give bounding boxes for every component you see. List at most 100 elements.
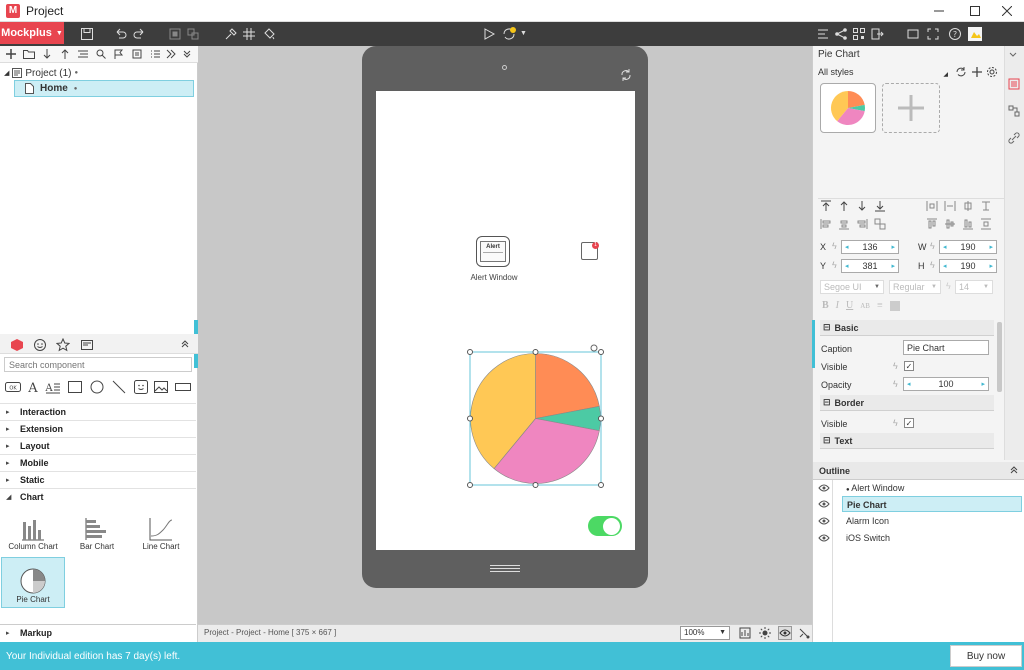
button-component[interactable]: OK	[4, 378, 22, 396]
outline-item[interactable]: iOS Switch	[842, 530, 1022, 546]
add-style-button[interactable]	[971, 66, 983, 78]
collapse-outline-button[interactable]	[1010, 466, 1018, 474]
group-button[interactable]	[166, 25, 184, 43]
align-bottom-edge-icon[interactable]	[962, 218, 974, 230]
eye-icon[interactable]	[818, 516, 830, 526]
opacity-field[interactable]: ◂ 100 ▸	[903, 377, 989, 391]
align-right-icon[interactable]	[856, 218, 868, 230]
page-copy-button[interactable]	[130, 47, 144, 61]
pie-chart-item[interactable]: Pie Chart	[1, 557, 65, 608]
resize-handle[interactable]	[532, 349, 539, 355]
sync-button[interactable]	[500, 25, 518, 43]
redo-button[interactable]	[130, 25, 148, 43]
export-button[interactable]	[868, 25, 886, 43]
move-up-button[interactable]	[58, 47, 72, 61]
panel-menu-icon[interactable]	[1008, 50, 1018, 60]
list-button[interactable]	[148, 47, 162, 61]
style-thumbnail[interactable]	[820, 83, 876, 133]
eye-icon[interactable]	[818, 499, 830, 509]
font-size-select[interactable]: 14 ▼	[955, 280, 993, 294]
preview-button[interactable]	[480, 25, 498, 43]
save-button[interactable]	[78, 25, 96, 43]
tab-favorites[interactable]	[56, 338, 70, 352]
category-extension[interactable]: ▸ Extension	[0, 420, 196, 437]
resize-handle[interactable]	[598, 415, 604, 422]
resize-handle[interactable]	[598, 349, 604, 355]
share-button[interactable]	[832, 25, 850, 43]
arrow-down-icon[interactable]	[856, 200, 868, 212]
tab-icons[interactable]	[33, 338, 47, 352]
tree-home-page[interactable]: Home ●	[14, 80, 194, 97]
category-interaction[interactable]: ▸ Interaction	[0, 403, 196, 420]
properties-scrollbar[interactable]	[997, 322, 1002, 392]
mockplus-menu-button[interactable]: Mockplus ▼	[0, 22, 64, 44]
qr-button[interactable]	[850, 25, 868, 43]
visible-checkbox[interactable]: ✓	[904, 361, 914, 371]
rotate-device-button[interactable]	[619, 68, 633, 82]
y-lightning-icon[interactable]: ϟ	[832, 260, 837, 270]
align-middle-icon[interactable]	[944, 218, 956, 230]
italic-icon[interactable]: I	[836, 300, 839, 311]
grid-button[interactable]	[240, 25, 258, 43]
style-settings-button[interactable]	[986, 66, 998, 78]
visible-lightning-icon[interactable]: ϟ	[893, 361, 898, 371]
rectangle-component[interactable]	[66, 378, 84, 396]
search-input[interactable]	[4, 357, 192, 372]
line-chart-item[interactable]: Line Chart	[129, 506, 193, 554]
ellipse-component[interactable]	[88, 378, 106, 396]
help-button[interactable]: ?	[946, 25, 964, 43]
flag-button[interactable]	[112, 47, 126, 61]
h-field[interactable]: ◂ 190 ▸	[939, 259, 997, 273]
font-size-lightning-icon[interactable]: ϟ	[946, 281, 951, 291]
section-border-header[interactable]: ⊟ Border	[820, 395, 994, 411]
more-button[interactable]	[164, 47, 178, 61]
x-field[interactable]: ◂ 136 ▸	[841, 240, 899, 254]
align-top-icon[interactable]	[820, 200, 832, 212]
pie-chart-widget[interactable]	[462, 342, 612, 492]
styles-select[interactable]: All styles ◢	[818, 67, 948, 78]
preview-eye-button[interactable]	[778, 626, 792, 640]
align-left-icon[interactable]	[820, 218, 832, 230]
eye-icon[interactable]	[818, 483, 830, 493]
interactions-tab[interactable]	[1008, 105, 1020, 117]
category-chart[interactable]: ◢ Chart	[0, 488, 196, 505]
opacity-lightning-icon[interactable]: ϟ	[893, 379, 898, 389]
window-mode-button[interactable]	[904, 25, 922, 43]
bold-icon[interactable]: B	[822, 300, 829, 311]
user-avatar[interactable]	[966, 25, 984, 43]
rotate-handle-icon[interactable]	[590, 344, 598, 352]
center-h-icon[interactable]	[962, 200, 974, 212]
zoom-select[interactable]: 100% ▼	[680, 626, 730, 640]
bar-chart-item[interactable]: Bar Chart	[65, 506, 129, 554]
move-down-button[interactable]	[40, 47, 54, 61]
font-weight-select[interactable]: Regular ▼	[889, 280, 941, 294]
eye-icon[interactable]	[818, 533, 830, 543]
category-markup[interactable]: ▸ Markup	[0, 624, 196, 641]
collapse-library-button[interactable]	[181, 340, 189, 348]
format-painter-button[interactable]	[222, 25, 240, 43]
minimize-button[interactable]	[922, 0, 956, 22]
image-component[interactable]	[152, 378, 170, 396]
resize-handle[interactable]	[467, 482, 473, 488]
text-component[interactable]: A	[24, 378, 42, 396]
align-button[interactable]	[814, 25, 832, 43]
refresh-style-button[interactable]	[955, 66, 967, 78]
maximize-button[interactable]	[958, 0, 992, 22]
connector-button[interactable]	[798, 627, 810, 639]
tree-project-node[interactable]: ◢ Project (1) ●	[4, 66, 78, 80]
resize-handle[interactable]	[467, 349, 473, 355]
resize-handle[interactable]	[598, 482, 604, 488]
align-justify-icon[interactable]: ≡	[877, 300, 883, 311]
fill-button[interactable]	[260, 25, 278, 43]
resize-handle[interactable]	[532, 482, 539, 488]
border-lightning-icon[interactable]: ϟ	[893, 418, 898, 428]
search-pages-button[interactable]	[94, 47, 108, 61]
align-center-icon[interactable]	[838, 218, 850, 230]
category-static[interactable]: ▸ Static	[0, 471, 196, 488]
h-lightning-icon[interactable]: ϟ	[930, 260, 935, 270]
arrow-up-icon[interactable]	[838, 200, 850, 212]
fit-page-button[interactable]	[739, 627, 751, 639]
ungroup-button[interactable]	[184, 25, 202, 43]
category-layout[interactable]: ▸ Layout	[0, 437, 196, 454]
outline-item[interactable]: ● Alert Window	[842, 480, 1022, 496]
